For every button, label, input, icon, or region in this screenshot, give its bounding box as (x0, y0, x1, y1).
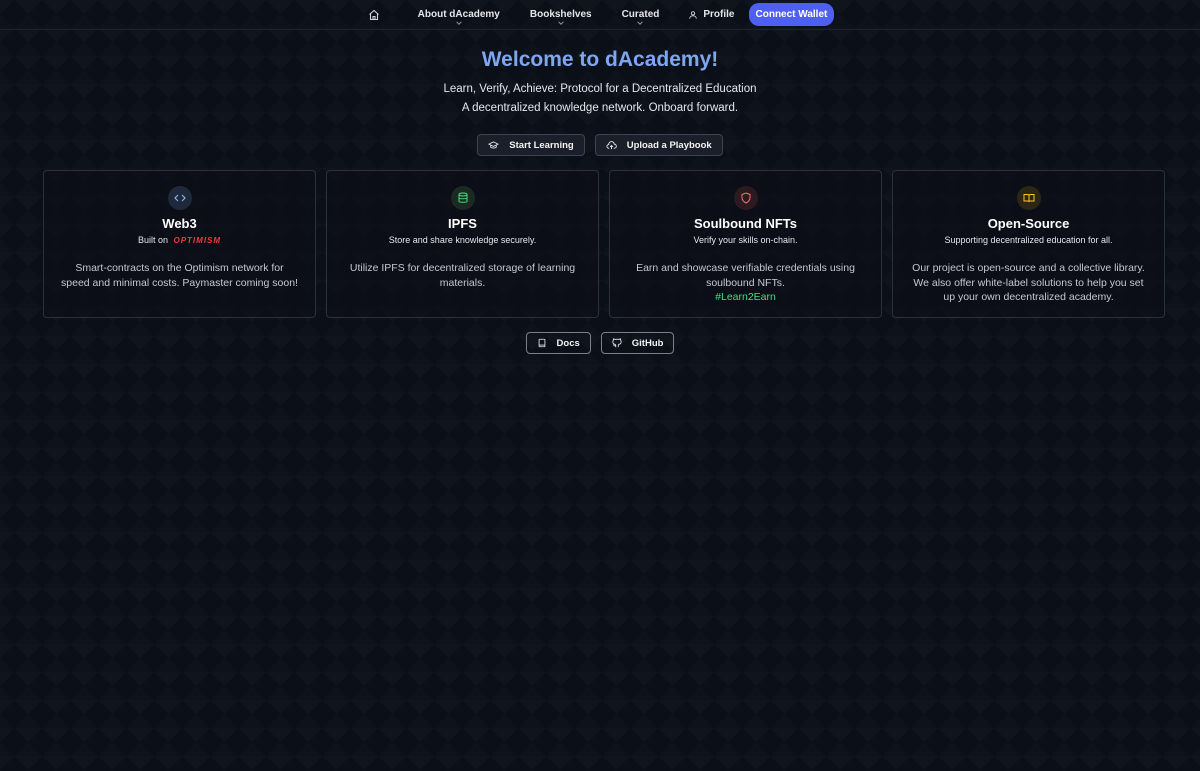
card-subtitle: Built on OPTIMISM (44, 235, 315, 245)
built-on-label: Built on (137, 235, 168, 245)
user-icon (689, 10, 698, 19)
docs-button[interactable]: Docs (525, 332, 591, 354)
cloud-upload-icon (606, 140, 617, 149)
card-title: Web3 (162, 216, 197, 231)
card-description: Our project is open-source and a collect… (912, 262, 1145, 303)
upload-playbook-button[interactable]: Upload a Playbook (594, 134, 723, 156)
home-icon[interactable] (366, 7, 382, 23)
start-learning-label: Start Learning (509, 139, 574, 151)
nav-bookshelves-label: Bookshelves (529, 9, 592, 20)
code-icon (167, 186, 192, 210)
hero-subtitle: A decentralized knowledge network. Onboa… (461, 102, 739, 114)
card-subtitle: Supporting decentralized education for a… (944, 235, 1113, 245)
page-title: Welcome to dAcademy! (481, 48, 719, 71)
nav-about-dacademy[interactable]: About dAcademy (403, 0, 515, 30)
nav-curated[interactable]: Curated (607, 0, 675, 30)
optimism-logo: OPTIMISM (173, 236, 222, 245)
card-description-text: Earn and showcase verifiable credentials… (636, 262, 855, 289)
document-icon (538, 338, 545, 348)
docs-label: Docs (556, 337, 580, 349)
card-title: Soulbound NFTs (693, 216, 798, 231)
start-learning-button[interactable]: Start Learning (477, 134, 585, 156)
chevron-down-icon (456, 20, 462, 25)
nav-profile[interactable]: Profile (674, 9, 748, 20)
database-icon (450, 186, 475, 210)
book-icon (1016, 186, 1041, 210)
card-ipfs: IPFS Store and share knowledge securely.… (326, 170, 599, 318)
github-label: GitHub (631, 337, 664, 349)
nav-about-label: About dAcademy (417, 9, 500, 20)
card-description: Utilize IPFS for decentralized storage o… (349, 262, 576, 289)
connect-wallet-button[interactable]: Connect Wallet (748, 3, 835, 26)
shield-icon (733, 186, 758, 210)
github-icon (612, 338, 622, 348)
card-description: Smart-contracts on the Optimism network … (61, 262, 298, 289)
hero-actions: Start Learning Upload a Playbook (0, 134, 1200, 156)
feature-cards: Web3 Built on OPTIMISM Smart-contracts o… (43, 170, 1165, 318)
card-open-source: Open-Source Supporting decentralized edu… (892, 170, 1165, 318)
card-description: Earn and showcase verifiable credentials… (610, 261, 881, 305)
nav-curated-label: Curated (621, 9, 660, 20)
nav-profile-label: Profile (703, 9, 735, 20)
card-subtitle: Verify your skills on-chain. (693, 235, 798, 245)
top-nav: About dAcademy Bookshelves Curated Profi… (0, 0, 1200, 30)
card-subtitle: Store and share knowledge securely. (388, 235, 537, 245)
graduation-cap-icon (488, 140, 500, 148)
card-web3: Web3 Built on OPTIMISM Smart-contracts o… (43, 170, 316, 318)
card-title: IPFS (448, 216, 477, 231)
chevron-down-icon (637, 20, 644, 25)
nav-bookshelves[interactable]: Bookshelves (515, 0, 607, 30)
card-title: Open-Source (987, 216, 1070, 231)
github-button[interactable]: GitHub (600, 332, 675, 354)
learn2earn-tag: #Learn2Earn (715, 291, 776, 303)
card-soulbound-nfts: Soulbound NFTs Verify your skills on-cha… (609, 170, 882, 318)
upload-playbook-label: Upload a Playbook (626, 139, 712, 151)
hero-tagline: Learn, Verify, Achieve: Protocol for a D… (443, 83, 757, 95)
footer-actions: Docs GitHub (0, 332, 1200, 354)
chevron-down-icon (558, 20, 564, 25)
